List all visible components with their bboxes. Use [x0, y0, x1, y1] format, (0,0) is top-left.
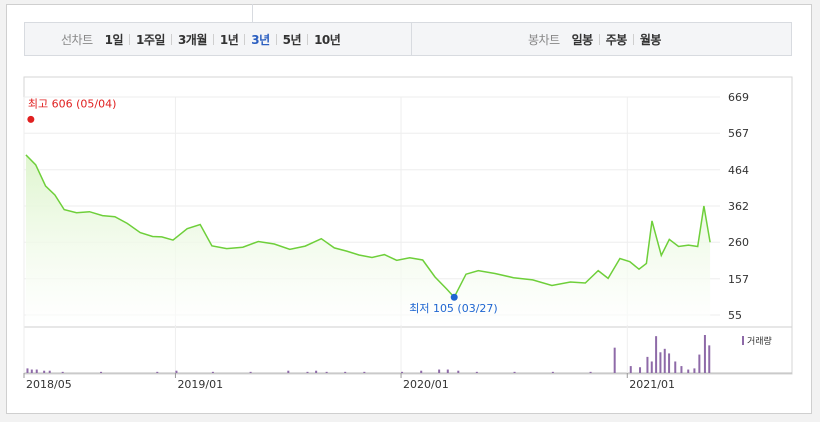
volume-bar — [693, 368, 696, 373]
volume-bar — [438, 369, 441, 373]
volume-bar — [35, 369, 38, 373]
volume-legend-label: 거래량 — [747, 335, 772, 347]
volume-bar — [674, 361, 677, 373]
volume-bar — [703, 335, 706, 373]
volume-bar — [156, 371, 159, 373]
volume-bar — [175, 370, 178, 373]
y-tick-label: 464 — [728, 164, 749, 177]
volume-bar — [100, 371, 103, 373]
y-tick-label: 260 — [728, 236, 749, 249]
volume-bar — [363, 371, 366, 373]
volume-bar — [639, 367, 642, 373]
volume-bar — [551, 371, 554, 373]
volume-bar — [420, 370, 423, 373]
y-tick-label: 567 — [728, 127, 749, 140]
y-tick-label: 157 — [728, 273, 749, 286]
volume-bar — [325, 371, 328, 373]
x-tick-label: 2018/05 — [26, 378, 72, 391]
volume-bar — [629, 366, 632, 373]
volume-bar — [708, 345, 711, 373]
volume-bar — [211, 371, 214, 373]
volume-bar — [26, 368, 29, 373]
volume-bar — [475, 371, 478, 373]
volume-bar — [513, 371, 516, 373]
y-tick-label: 55 — [728, 309, 742, 322]
volume-bar — [457, 370, 460, 373]
volume-bar — [401, 371, 404, 373]
volume-bar — [344, 371, 347, 373]
volume-bar — [663, 348, 666, 373]
price-chart: 669 567 464 362 260 157 55 2018/05 2019/01 2020/0… — [23, 76, 793, 391]
volume-bar — [287, 370, 290, 373]
volume-bar — [306, 371, 309, 373]
y-tick-label: 362 — [728, 200, 749, 213]
volume-bar — [48, 370, 51, 373]
x-tick-label: 2020/01 — [403, 378, 449, 391]
volume-bar — [698, 354, 701, 373]
volume-bar — [680, 366, 683, 373]
volume-bar — [668, 353, 671, 373]
plot-border — [23, 76, 793, 375]
volume-bar — [589, 371, 592, 373]
volume-bar — [646, 356, 649, 373]
volume-bar — [659, 352, 662, 373]
volume-bar — [61, 371, 64, 373]
y-tick-label: 669 — [728, 91, 749, 104]
low-marker — [450, 293, 458, 301]
price-area — [25, 154, 711, 325]
volume-bar — [30, 369, 33, 373]
volume-bar — [687, 369, 690, 373]
x-tick-label: 2021/01 — [629, 378, 675, 391]
high-marker — [27, 115, 35, 123]
volume-bar — [315, 370, 318, 373]
volume-bar — [43, 370, 46, 373]
low-label: 최저 105 (03/27) — [409, 302, 498, 315]
high-label: 최고 606 (05/04) — [28, 97, 117, 110]
volume-bar — [613, 347, 616, 373]
x-tick-label: 2019/01 — [177, 378, 223, 391]
volume-legend-swatch — [742, 336, 744, 345]
volume-bar — [650, 361, 653, 373]
volume-bar — [655, 336, 658, 373]
volume-bar — [446, 369, 449, 373]
volume-bar — [249, 371, 252, 373]
